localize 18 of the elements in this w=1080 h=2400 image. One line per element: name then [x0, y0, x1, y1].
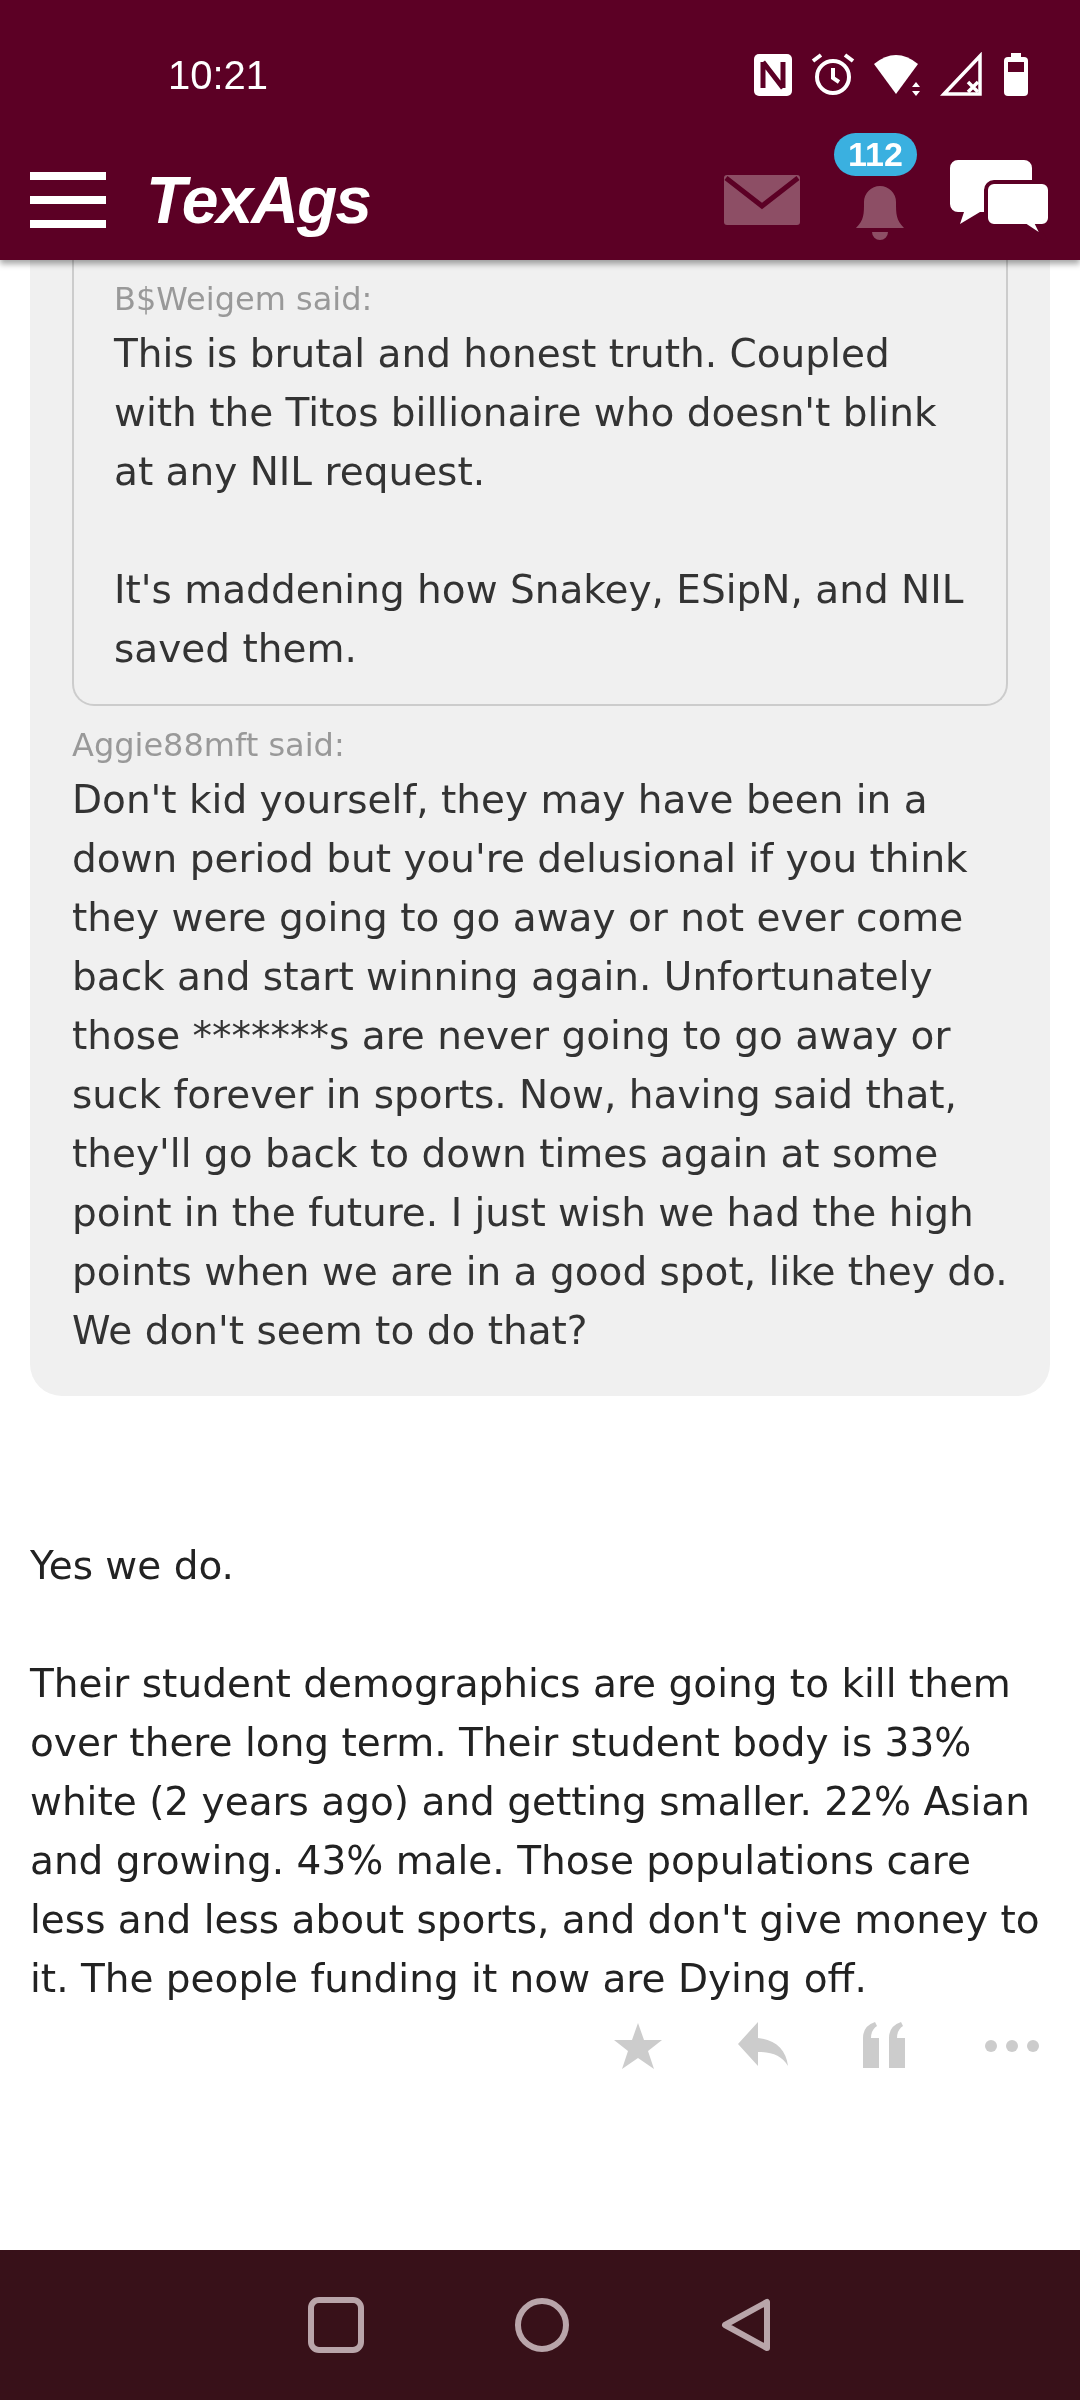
- status-time: 10:21: [168, 51, 270, 98]
- quote-author: B$Weigem said:: [114, 280, 374, 318]
- recents-icon[interactable]: [308, 2297, 364, 2353]
- post-text: Yes we do.: [30, 1542, 235, 1590]
- back-icon[interactable]: [720, 2297, 772, 2353]
- home-icon[interactable]: [514, 2297, 570, 2353]
- battery-icon: [1002, 52, 1030, 98]
- nfc-icon: [752, 52, 794, 98]
- star-icon[interactable]: [613, 2022, 663, 2070]
- quote-author: Aggie88mft said:: [72, 726, 346, 764]
- quote-text: This is brutal and honest truth. Coupled with the Titos billionaire who doesn't blink at any NIL request.: [114, 330, 938, 496]
- post-text: Their student demographics are going to kill them over there long term. Their student body is 33% white (2 years ago) and getting smaller. 22% Asian and growing. 43% male. Those populations care less and less about sports, and don't give money to it. The people funding it now are Dying off.: [30, 1660, 1041, 2003]
- quote-text: Don't kid yourself, they may have been in a down period but you're delusional if you think they were going to go away or not ever come back and start winning again. Unfortunately those *******s are never going to go away or suck forever in sports. Now, having said that, they'll go back to down times again at some point in the future. I just wish we had the high points when we are in a good spot, like they do. We don't seem to do that?: [72, 776, 1008, 1355]
- notification-badge: 112: [834, 133, 917, 176]
- site-logo[interactable]: TexAgs: [146, 162, 724, 238]
- menu-icon[interactable]: [30, 172, 106, 228]
- alarm-icon: [810, 52, 856, 98]
- quote-text: It's maddening how Snakey, ESipN, and NIL saved them.: [114, 566, 965, 673]
